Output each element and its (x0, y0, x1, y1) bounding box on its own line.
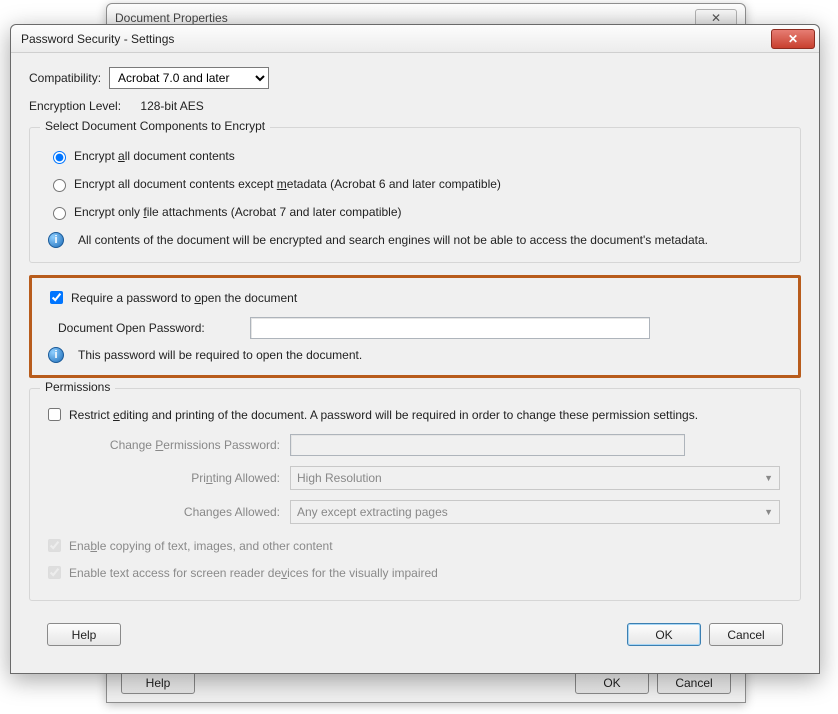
dialog-titlebar: Password Security - Settings ✕ (11, 25, 819, 53)
parent-help-button[interactable]: Help (121, 671, 195, 694)
encryption-level-row: Encryption Level: 128-bit AES (29, 99, 801, 113)
info-icon: i (48, 232, 64, 248)
encrypt-components-legend: Select Document Components to Encrypt (40, 119, 270, 133)
document-properties-footer: Help OK Cancel (107, 671, 745, 694)
changes-allowed-label: Changes Allowed: (80, 505, 290, 519)
permissions-group: Permissions Restrict editing and printin… (29, 388, 801, 601)
enable-text-access-label: Enable text access for screen reader dev… (69, 566, 438, 580)
encrypt-all-radio-row[interactable]: Encrypt all document contents (48, 148, 786, 164)
change-permissions-password-label: Change Permissions Password: (80, 438, 290, 452)
encrypt-all-radio[interactable] (53, 151, 66, 164)
printing-allowed-row: Printing Allowed: High Resolution ▼ (80, 466, 786, 490)
close-icon: ✕ (788, 32, 798, 46)
encrypt-except-metadata-label: Encrypt all document contents except met… (74, 177, 501, 191)
document-open-password-row: Document Open Password: (58, 317, 784, 339)
encrypt-except-metadata-radio-row[interactable]: Encrypt all document contents except met… (48, 176, 786, 192)
info-icon: i (48, 347, 64, 363)
dialog-title: Password Security - Settings (21, 32, 174, 46)
document-open-password-input[interactable] (250, 317, 650, 339)
close-icon: ✕ (711, 11, 721, 25)
change-permissions-password-row: Change Permissions Password: (80, 434, 786, 456)
open-password-highlight: Require a password to open the document … (29, 275, 801, 378)
chevron-down-icon: ▼ (764, 507, 773, 517)
require-open-password-checkbox[interactable] (50, 291, 63, 304)
encrypt-except-metadata-radio[interactable] (53, 179, 66, 192)
require-open-password-label: Require a password to open the document (71, 291, 297, 305)
enable-copying-row: Enable copying of text, images, and othe… (44, 536, 786, 555)
changes-allowed-select: Any except extracting pages ▼ (290, 500, 780, 524)
printing-allowed-value: High Resolution (297, 471, 382, 485)
encrypt-components-group: Select Document Components to Encrypt En… (29, 127, 801, 263)
enable-copying-label: Enable copying of text, images, and othe… (69, 539, 333, 553)
enable-text-access-row: Enable text access for screen reader dev… (44, 563, 786, 582)
document-open-password-label: Document Open Password: (58, 321, 250, 335)
printing-allowed-select: High Resolution ▼ (290, 466, 780, 490)
encryption-level-label: Encryption Level: (29, 99, 121, 113)
document-properties-title: Document Properties (115, 11, 228, 25)
enable-copying-checkbox (48, 539, 61, 552)
change-permissions-password-input (290, 434, 685, 456)
dialog-footer: Help OK Cancel (29, 613, 801, 646)
open-password-info-text: This password will be required to open t… (78, 348, 362, 362)
password-security-dialog: Password Security - Settings ✕ Compatibi… (10, 24, 820, 674)
encrypt-file-attachments-radio-row[interactable]: Encrypt only file attachments (Acrobat 7… (48, 204, 786, 220)
compatibility-select[interactable]: Acrobat 7.0 and later (109, 67, 269, 89)
encrypt-all-label: Encrypt all document contents (74, 149, 235, 163)
require-open-password-row[interactable]: Require a password to open the document (46, 288, 784, 307)
encrypt-info-row: i All contents of the document will be e… (48, 232, 786, 248)
dialog-close-button[interactable]: ✕ (771, 29, 815, 49)
cancel-button[interactable]: Cancel (709, 623, 783, 646)
permissions-legend: Permissions (40, 380, 115, 394)
encrypt-file-attachments-radio[interactable] (53, 207, 66, 220)
restrict-editing-label: Restrict editing and printing of the doc… (69, 408, 698, 422)
compatibility-row: Compatibility: Acrobat 7.0 and later (29, 67, 801, 89)
enable-text-access-checkbox (48, 566, 61, 579)
open-password-info-row: i This password will be required to open… (48, 347, 784, 363)
encrypt-info-text: All contents of the document will be enc… (78, 233, 708, 247)
changes-allowed-value: Any except extracting pages (297, 505, 448, 519)
parent-cancel-button[interactable]: Cancel (657, 671, 731, 694)
restrict-editing-checkbox[interactable] (48, 408, 61, 421)
printing-allowed-label: Printing Allowed: (80, 471, 290, 485)
chevron-down-icon: ▼ (764, 473, 773, 483)
dialog-content: Compatibility: Acrobat 7.0 and later Enc… (11, 53, 819, 660)
encrypt-file-attachments-label: Encrypt only file attachments (Acrobat 7… (74, 205, 402, 219)
ok-button[interactable]: OK (627, 623, 701, 646)
help-button[interactable]: Help (47, 623, 121, 646)
encryption-level-value: 128-bit AES (140, 99, 203, 113)
compatibility-label: Compatibility: (29, 71, 101, 85)
restrict-editing-row[interactable]: Restrict editing and printing of the doc… (44, 405, 786, 424)
changes-allowed-row: Changes Allowed: Any except extracting p… (80, 500, 786, 524)
parent-ok-button[interactable]: OK (575, 671, 649, 694)
